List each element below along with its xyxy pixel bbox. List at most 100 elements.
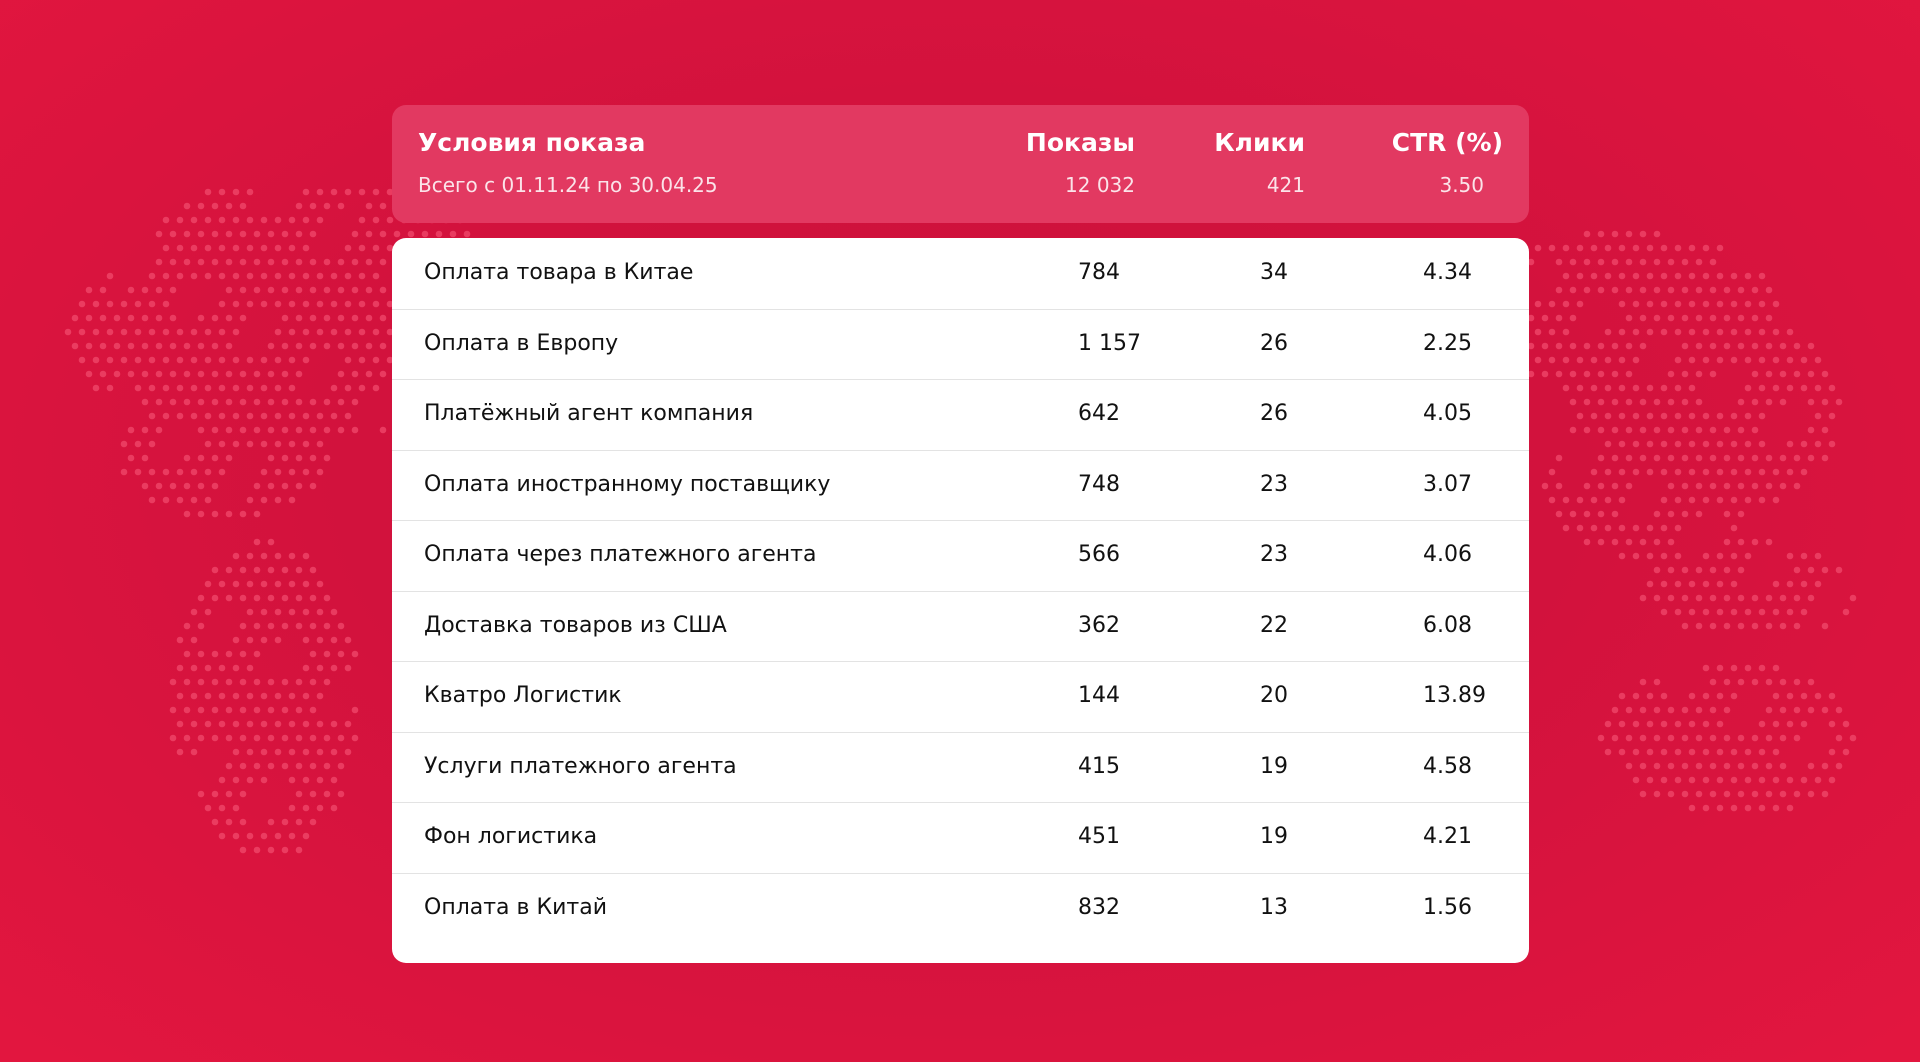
map-dot bbox=[344, 300, 352, 308]
map-dot bbox=[1702, 468, 1710, 476]
map-dot bbox=[1807, 342, 1815, 350]
map-dot bbox=[365, 230, 373, 238]
map-dot bbox=[1674, 440, 1682, 448]
map-dot bbox=[1835, 706, 1843, 714]
map-dot bbox=[1765, 538, 1773, 546]
map-dot bbox=[316, 608, 324, 616]
map-dot bbox=[337, 202, 345, 210]
map-dot bbox=[1597, 454, 1605, 462]
map-dot bbox=[1835, 762, 1843, 770]
map-dot bbox=[288, 468, 296, 476]
map-dot bbox=[281, 398, 289, 406]
map-dot bbox=[246, 188, 254, 196]
map-dot bbox=[183, 678, 191, 686]
map-dot bbox=[302, 692, 310, 700]
map-dot bbox=[1555, 286, 1563, 294]
map-dot bbox=[316, 748, 324, 756]
map-dot bbox=[1814, 412, 1822, 420]
map-dot bbox=[1660, 748, 1668, 756]
map-dot bbox=[1625, 286, 1633, 294]
map-dot bbox=[1737, 594, 1745, 602]
map-dot bbox=[225, 678, 233, 686]
map-dot bbox=[463, 230, 471, 238]
map-dot bbox=[1765, 734, 1773, 742]
map-dot bbox=[1583, 342, 1591, 350]
map-dot bbox=[1660, 524, 1668, 532]
map-dot bbox=[1730, 748, 1738, 756]
map-dot bbox=[225, 202, 233, 210]
map-dot bbox=[1723, 594, 1731, 602]
map-dot bbox=[260, 748, 268, 756]
map-dot bbox=[1674, 608, 1682, 616]
map-dot bbox=[1807, 594, 1815, 602]
row-ctr: 4.06 bbox=[1423, 542, 1472, 567]
map-dot bbox=[190, 720, 198, 728]
map-dot bbox=[204, 244, 212, 252]
map-dot bbox=[162, 300, 170, 308]
map-dot bbox=[1765, 594, 1773, 602]
map-dot bbox=[239, 706, 247, 714]
map-dot bbox=[1590, 384, 1598, 392]
map-dot bbox=[358, 300, 366, 308]
map-dot bbox=[1632, 692, 1640, 700]
map-dot bbox=[1709, 454, 1717, 462]
map-dot bbox=[281, 314, 289, 322]
map-dot bbox=[1688, 776, 1696, 784]
map-dot bbox=[1639, 706, 1647, 714]
map-dot bbox=[302, 468, 310, 476]
map-dot bbox=[246, 664, 254, 672]
table-row: Доставка товаров из США 362 22 6.08 bbox=[392, 591, 1529, 662]
map-dot bbox=[1723, 314, 1731, 322]
map-dot bbox=[386, 216, 394, 224]
map-dot bbox=[183, 342, 191, 350]
map-dot bbox=[253, 398, 261, 406]
map-dot bbox=[274, 244, 282, 252]
map-dot bbox=[316, 776, 324, 784]
map-dot bbox=[316, 692, 324, 700]
map-dot bbox=[337, 622, 345, 630]
map-dot bbox=[1758, 272, 1766, 280]
map-dot bbox=[288, 272, 296, 280]
map-dot bbox=[1611, 482, 1619, 490]
map-dot bbox=[183, 202, 191, 210]
map-dot bbox=[232, 580, 240, 588]
map-dot bbox=[127, 342, 135, 350]
map-dot bbox=[141, 286, 149, 294]
map-dot bbox=[309, 258, 317, 266]
map-dot bbox=[204, 692, 212, 700]
map-dot bbox=[1786, 356, 1794, 364]
map-dot bbox=[1751, 538, 1759, 546]
map-dot bbox=[288, 300, 296, 308]
map-dot bbox=[1730, 496, 1738, 504]
map-dot bbox=[183, 622, 191, 630]
map-dot bbox=[1541, 314, 1549, 322]
map-dot bbox=[1779, 762, 1787, 770]
map-dot bbox=[274, 692, 282, 700]
map-dot bbox=[1632, 328, 1640, 336]
map-dot bbox=[351, 706, 359, 714]
table-row: Платёжный агент компания 642 26 4.05 bbox=[392, 379, 1529, 451]
map-dot bbox=[85, 286, 93, 294]
map-dot bbox=[134, 468, 142, 476]
map-dot bbox=[1660, 384, 1668, 392]
map-dot bbox=[239, 202, 247, 210]
map-dot bbox=[358, 356, 366, 364]
map-dot bbox=[295, 314, 303, 322]
map-dot bbox=[190, 272, 198, 280]
header-title: Условия показа bbox=[418, 128, 646, 157]
map-dot bbox=[253, 706, 261, 714]
map-dot bbox=[92, 300, 100, 308]
map-dot bbox=[1758, 608, 1766, 616]
map-dot bbox=[1758, 804, 1766, 812]
map-dot bbox=[1709, 790, 1717, 798]
map-dot bbox=[274, 832, 282, 840]
map-dot bbox=[1653, 706, 1661, 714]
map-dot bbox=[288, 804, 296, 812]
map-dot bbox=[1772, 804, 1780, 812]
map-dot bbox=[1716, 580, 1724, 588]
map-dot bbox=[351, 734, 359, 742]
map-dot bbox=[162, 496, 170, 504]
map-dot bbox=[1625, 454, 1633, 462]
map-dot bbox=[1660, 692, 1668, 700]
map-dot bbox=[1625, 482, 1633, 490]
